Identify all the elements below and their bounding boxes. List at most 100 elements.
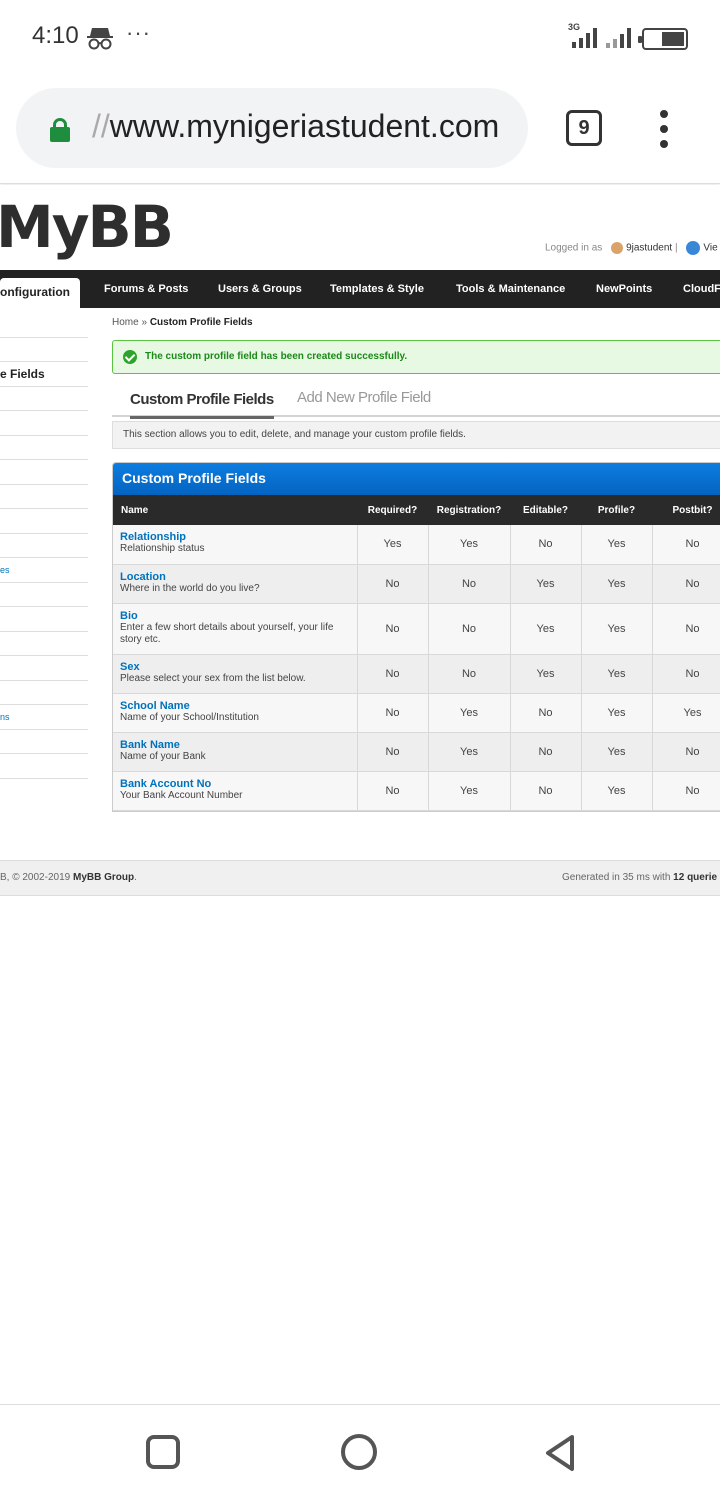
cell-editable: Yes bbox=[510, 654, 582, 694]
cell-required: No bbox=[357, 603, 429, 655]
field-description: Please select your sex from the list bel… bbox=[120, 672, 306, 684]
field-name-link[interactable]: Relationship bbox=[120, 531, 351, 543]
breadcrumb: Home » Custom Profile Fields bbox=[112, 317, 253, 328]
nav-tab-tools-maintenance[interactable]: Tools & Maintenance bbox=[456, 270, 565, 308]
cell-editable: No bbox=[510, 732, 582, 772]
tab-custom-profile-fields[interactable]: Custom Profile Fields bbox=[130, 391, 274, 419]
field-description: Name of your Bank bbox=[120, 750, 206, 762]
success-check-icon bbox=[123, 350, 137, 364]
field-name-link[interactable]: Bank Account No bbox=[120, 778, 351, 790]
sidebar-item[interactable] bbox=[0, 485, 88, 509]
table-row: Sex Please select your sex from the list … bbox=[113, 654, 720, 694]
nav-tab-templates-style[interactable]: Templates & Style bbox=[330, 270, 424, 308]
sidebar-item[interactable] bbox=[0, 436, 88, 460]
sidebar-item[interactable] bbox=[0, 754, 88, 779]
sidebar-item[interactable] bbox=[0, 460, 88, 485]
cell-editable: No bbox=[510, 693, 582, 733]
page-footer: B, © 2002-2019 MyBB Group. Generated in … bbox=[0, 860, 720, 896]
cell-postbit: No bbox=[652, 564, 720, 604]
tab-switcher-button[interactable]: 9 bbox=[566, 110, 602, 146]
cell-editable: Yes bbox=[510, 603, 582, 655]
breadcrumb-home[interactable]: Home bbox=[112, 317, 139, 328]
url-text[interactable]: //www.mynigeriastudent.com bbox=[92, 108, 499, 145]
cell-postbit: No bbox=[652, 732, 720, 772]
sidebar-item-profile-fields[interactable]: e Fields bbox=[0, 362, 88, 387]
user-icon bbox=[611, 242, 624, 254]
nav-tab-users-groups[interactable]: Users & Groups bbox=[218, 270, 302, 308]
sidebar-item[interactable] bbox=[0, 509, 88, 534]
address-bar[interactable]: //www.mynigeriastudent.com bbox=[16, 88, 528, 168]
table-row: Bank Name Name of your Bank No Yes No Yes… bbox=[113, 732, 720, 772]
col-header-editable: Editable? bbox=[510, 495, 581, 525]
field-name-link[interactable]: Bank Name bbox=[120, 739, 351, 751]
sidebar-item[interactable] bbox=[0, 681, 88, 705]
field-name-link[interactable]: Sex bbox=[120, 661, 351, 673]
sidebar-item[interactable] bbox=[0, 583, 88, 607]
mybb-logo[interactable]: MyBB bbox=[0, 193, 174, 261]
sidebar-item[interactable] bbox=[0, 632, 88, 656]
browser-menu-icon[interactable] bbox=[656, 110, 672, 148]
nav-tab-configuration[interactable]: onfiguration bbox=[0, 278, 80, 308]
field-description: Name of your School/Institution bbox=[120, 711, 259, 723]
web-page: MyBB Logged in as 9jastudent | Vie onfig… bbox=[0, 185, 720, 1404]
signal-icon bbox=[572, 28, 598, 48]
logged-in-info: Logged in as 9jastudent | Vie bbox=[545, 241, 718, 255]
table-row: Bio Enter a few short details about yours… bbox=[113, 603, 720, 655]
field-name-link[interactable]: Bio bbox=[120, 610, 351, 622]
table-row: Location Where in the world do you live? … bbox=[113, 564, 720, 604]
col-header-profile: Profile? bbox=[581, 495, 652, 525]
lock-icon[interactable] bbox=[50, 118, 70, 142]
cell-postbit: No bbox=[652, 771, 720, 811]
status-time: 4:10 bbox=[32, 22, 79, 49]
globe-icon bbox=[686, 241, 701, 255]
nav-tab-cloudflare[interactable]: CloudF bbox=[683, 270, 720, 308]
breadcrumb-current: Custom Profile Fields bbox=[149, 317, 253, 328]
cell-required: No bbox=[357, 771, 429, 811]
status-bar: 4:10 ··· 3G bbox=[0, 0, 720, 74]
sidebar-item[interactable] bbox=[0, 730, 88, 754]
view-site-link[interactable]: Vie bbox=[703, 243, 717, 254]
success-message: The custom profile field has been create… bbox=[112, 340, 720, 374]
recents-button[interactable] bbox=[146, 1435, 180, 1469]
cell-required: No bbox=[357, 693, 429, 733]
field-description: Relationship status bbox=[120, 543, 205, 554]
username-link[interactable]: 9jastudent bbox=[626, 243, 672, 254]
cell-registration: Yes bbox=[428, 693, 511, 733]
cell-postbit: No bbox=[652, 603, 720, 655]
cell-profile: Yes bbox=[581, 603, 653, 655]
cell-profile: Yes bbox=[581, 771, 653, 811]
field-name-link[interactable]: Location bbox=[120, 571, 351, 583]
cell-registration: No bbox=[428, 654, 511, 694]
sidebar-item[interactable] bbox=[0, 313, 88, 338]
mybb-group-link[interactable]: MyBB Group bbox=[73, 872, 134, 883]
cell-editable: No bbox=[510, 525, 582, 565]
back-button[interactable] bbox=[540, 1433, 580, 1473]
sidebar-item[interactable] bbox=[0, 607, 88, 632]
tab-add-new-profile-field[interactable]: Add New Profile Field bbox=[297, 389, 431, 406]
cell-editable: No bbox=[510, 771, 582, 811]
field-name-link[interactable]: School Name bbox=[120, 700, 351, 712]
sidebar-item[interactable]: es bbox=[0, 558, 88, 583]
home-button[interactable] bbox=[341, 1434, 377, 1470]
sidebar-item[interactable] bbox=[0, 411, 88, 436]
nav-tab-forums-posts[interactable]: Forums & Posts bbox=[104, 270, 188, 308]
cell-profile: Yes bbox=[581, 564, 653, 604]
sidebar-item[interactable] bbox=[0, 338, 88, 362]
sidebar-item[interactable]: ns bbox=[0, 705, 88, 730]
sidebar-item[interactable] bbox=[0, 656, 88, 681]
cell-registration: Yes bbox=[428, 771, 511, 811]
nav-tab-newpoints[interactable]: NewPoints bbox=[596, 270, 652, 308]
cell-registration: Yes bbox=[428, 732, 511, 772]
field-description: Where in the world do you live? bbox=[120, 582, 260, 594]
incognito-icon bbox=[87, 28, 113, 50]
cell-required: No bbox=[357, 654, 429, 694]
sidebar-item[interactable] bbox=[0, 534, 88, 558]
more-notifications-icon: ··· bbox=[126, 20, 151, 45]
system-nav-bar bbox=[0, 1404, 720, 1500]
cell-postbit: Yes bbox=[652, 693, 720, 733]
table-row: Bank Account No Your Bank Account Number … bbox=[113, 771, 720, 811]
success-text: The custom profile field has been create… bbox=[145, 351, 408, 362]
sidebar-item[interactable] bbox=[0, 387, 88, 411]
table-row: Relationship Relationship status Yes Yes … bbox=[113, 525, 720, 565]
sidebar-menu: e Fields es ns bbox=[0, 313, 88, 779]
